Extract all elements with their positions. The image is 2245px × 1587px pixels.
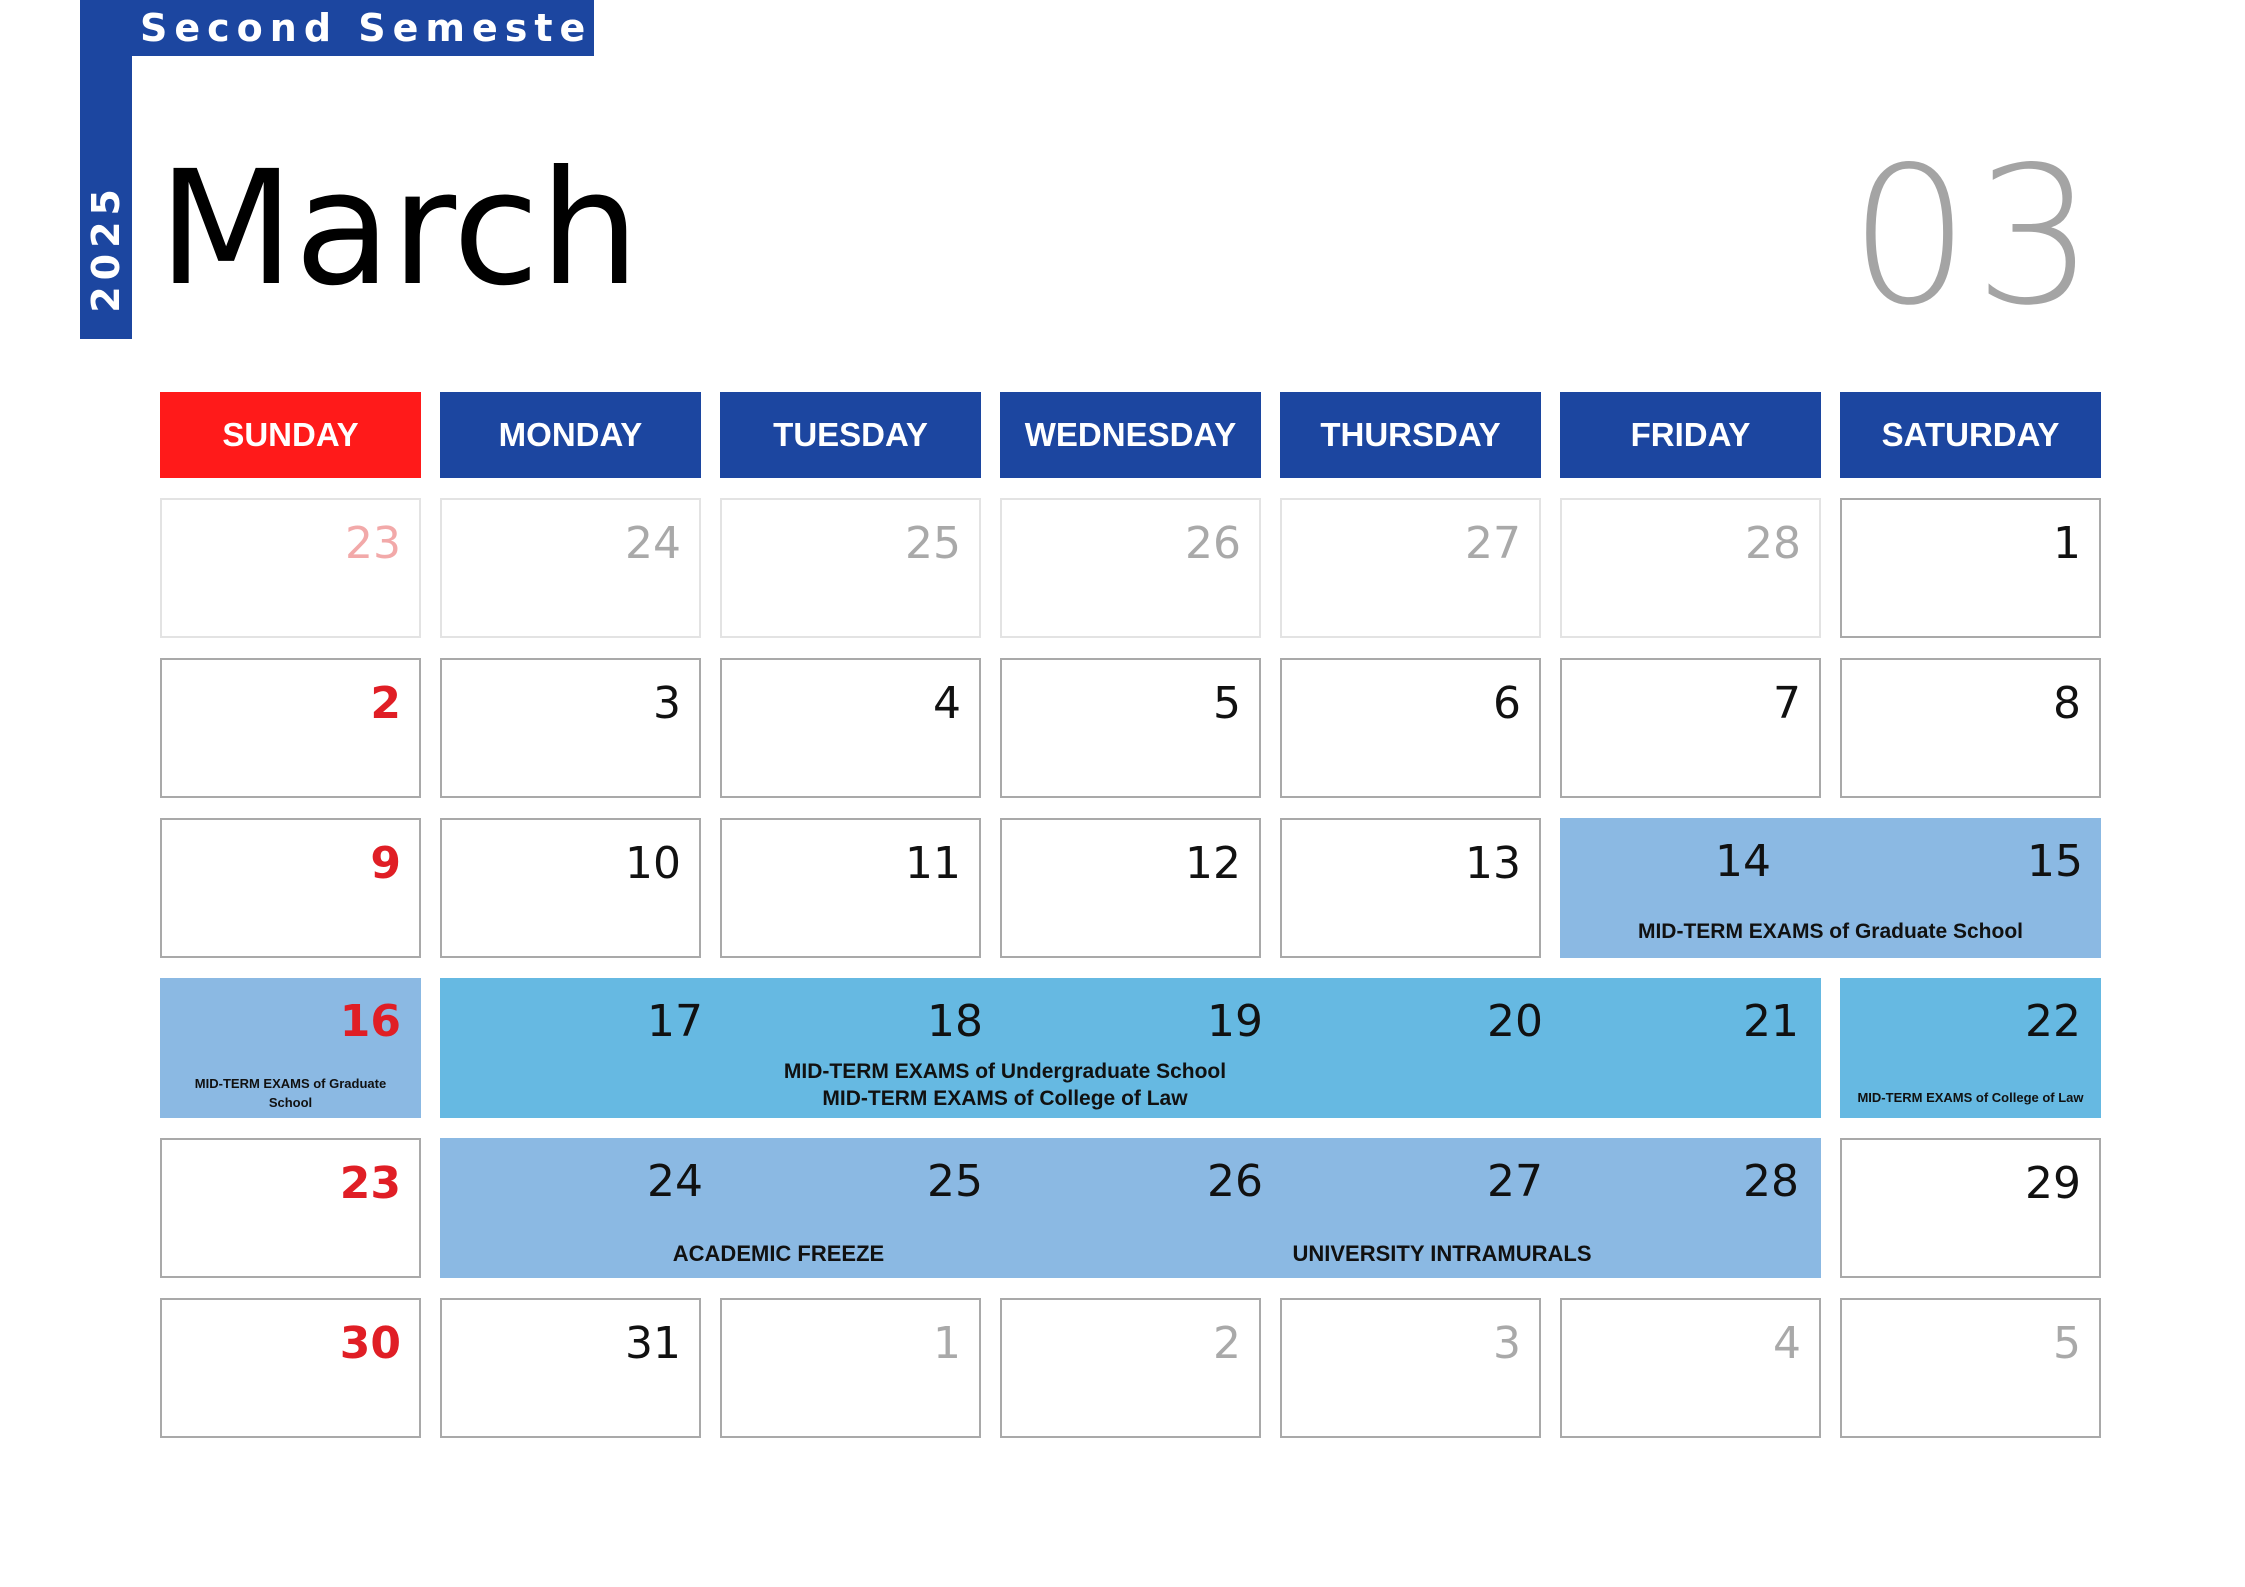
day-number: 6 xyxy=(1493,678,1521,729)
day-number: 2 xyxy=(370,678,401,729)
weekday-header-thursday: THURSDAY xyxy=(1280,392,1541,478)
day-cell[interactable]: 5 xyxy=(1000,658,1261,798)
day-number: 27 xyxy=(1465,518,1521,569)
day-number: 4 xyxy=(1773,1318,1801,1369)
day-number: 2 xyxy=(1213,1318,1241,1369)
day-number: 30 xyxy=(339,1318,401,1369)
day-number: 28 xyxy=(1743,1156,1799,1207)
day-cell[interactable]: 28 xyxy=(1560,498,1821,638)
event-label-academic-freeze: ACADEMIC FREEZE xyxy=(672,1241,885,1266)
day-cell[interactable]: 6 xyxy=(1280,658,1541,798)
day-cell[interactable]: 27 xyxy=(1280,498,1541,638)
day-cell[interactable]: 29 xyxy=(1840,1138,2101,1278)
event-label-intramurals: UNIVERSITY INTRAMURALS xyxy=(1292,1241,1592,1266)
day-cell[interactable]: 1 xyxy=(720,1298,981,1438)
year-label-container: 2025 xyxy=(80,0,132,339)
day-number: 9 xyxy=(370,838,401,889)
day-number: 28 xyxy=(1745,518,1801,569)
day-cell[interactable]: 24 xyxy=(440,498,701,638)
day-cell[interactable]: 4 xyxy=(1560,1298,1821,1438)
weekday-header-sunday: SUNDAY xyxy=(160,392,421,478)
day-cell[interactable]: 2 xyxy=(160,658,421,798)
day-cell[interactable]: 3 xyxy=(1280,1298,1541,1438)
weekday-header-friday: FRIDAY xyxy=(1560,392,1821,478)
day-number: 1 xyxy=(933,1318,961,1369)
day-number: 3 xyxy=(653,678,681,729)
day-cell[interactable]: 10 xyxy=(440,818,701,958)
day-number: 26 xyxy=(1185,518,1241,569)
day-cell[interactable]: 23 xyxy=(160,498,421,638)
day-number: 3 xyxy=(1493,1318,1521,1369)
event-label-law: MID-TERM EXAMS of College of Law xyxy=(822,1087,1188,1110)
day-number: 18 xyxy=(927,996,983,1047)
day-number: 26 xyxy=(1207,1156,1263,1207)
day-cell[interactable]: 4 xyxy=(720,658,981,798)
day-number: 17 xyxy=(647,996,703,1047)
semester-banner: Second Semester xyxy=(132,0,611,56)
year-label: 2025 xyxy=(84,183,128,313)
day-cell[interactable]: 23 xyxy=(160,1138,421,1278)
day-number: 8 xyxy=(2053,678,2081,729)
day-number: 27 xyxy=(1487,1156,1543,1207)
event-band-grad-midterm-sunday[interactable]: 16 MID-TERM EXAMS of Graduate School xyxy=(160,978,421,1118)
day-number: 10 xyxy=(625,838,681,889)
day-cell[interactable]: 1 xyxy=(1840,498,2101,638)
weekday-header-saturday: SATURDAY xyxy=(1840,392,2101,478)
event-label-line2: School xyxy=(268,1095,313,1110)
day-cell[interactable]: 7 xyxy=(1560,658,1821,798)
day-number: 22 xyxy=(2025,996,2081,1047)
event-band-freeze-intramurals[interactable]: 24 25 26 27 28 ACADEMIC FREEZE UNIVERSIT… xyxy=(440,1138,1821,1278)
day-number: 16 xyxy=(339,996,401,1047)
day-number: 24 xyxy=(625,518,681,569)
day-cell[interactable]: 11 xyxy=(720,818,981,958)
day-number: 19 xyxy=(1207,996,1263,1047)
weekday-header-wednesday: WEDNESDAY xyxy=(1000,392,1261,478)
day-number: 4 xyxy=(933,678,961,729)
month-number: 03 xyxy=(1849,126,2099,347)
event-label: MID-TERM EXAMS of Graduate School xyxy=(1637,920,2023,943)
day-cell[interactable]: 12 xyxy=(1000,818,1261,958)
day-cell[interactable]: 31 xyxy=(440,1298,701,1438)
day-number: 24 xyxy=(647,1156,703,1207)
day-number: 25 xyxy=(927,1156,983,1207)
event-label: MID-TERM EXAMS of College of Law xyxy=(1857,1090,2084,1105)
day-number: 31 xyxy=(625,1318,681,1369)
day-cell[interactable]: 8 xyxy=(1840,658,2101,798)
day-number: 12 xyxy=(1185,838,1241,889)
day-number: 11 xyxy=(905,838,961,889)
day-number: 14 xyxy=(1715,836,1771,887)
day-cell[interactable]: 2 xyxy=(1000,1298,1261,1438)
day-cell[interactable]: 30 xyxy=(160,1298,421,1438)
day-number: 23 xyxy=(339,1158,401,1209)
day-number: 20 xyxy=(1487,996,1543,1047)
event-band-law-midterm-saturday[interactable]: 22 MID-TERM EXAMS of College of Law xyxy=(1840,978,2101,1118)
day-cell[interactable]: 26 xyxy=(1000,498,1261,638)
day-number: 15 xyxy=(2027,836,2083,887)
day-number: 21 xyxy=(1743,996,1799,1047)
weekday-header-tuesday: TUESDAY xyxy=(720,392,981,478)
day-number: 23 xyxy=(345,518,401,569)
weekday-header-monday: MONDAY xyxy=(440,392,701,478)
day-number: 29 xyxy=(2025,1158,2081,1209)
day-number: 5 xyxy=(2053,1318,2081,1369)
day-number: 7 xyxy=(1773,678,1801,729)
event-band-grad-midterm[interactable]: 14 15 MID-TERM EXAMS of Graduate School xyxy=(1560,818,2101,958)
day-number: 25 xyxy=(905,518,961,569)
day-cell[interactable]: 9 xyxy=(160,818,421,958)
event-label-line1: MID-TERM EXAMS of Graduate xyxy=(194,1076,387,1091)
day-cell[interactable]: 3 xyxy=(440,658,701,798)
day-cell[interactable]: 25 xyxy=(720,498,981,638)
day-number: 5 xyxy=(1213,678,1241,729)
day-cell[interactable]: 5 xyxy=(1840,1298,2101,1438)
event-band-undergrad-law-midterm[interactable]: 17 18 19 20 21 MID-TERM EXAMS of Undergr… xyxy=(440,978,1821,1118)
day-number: 13 xyxy=(1465,838,1521,889)
day-number: 1 xyxy=(2053,518,2081,569)
day-cell[interactable]: 13 xyxy=(1280,818,1541,958)
event-label-undergrad: MID-TERM EXAMS of Undergraduate School xyxy=(783,1060,1227,1083)
month-title: March xyxy=(158,137,640,321)
